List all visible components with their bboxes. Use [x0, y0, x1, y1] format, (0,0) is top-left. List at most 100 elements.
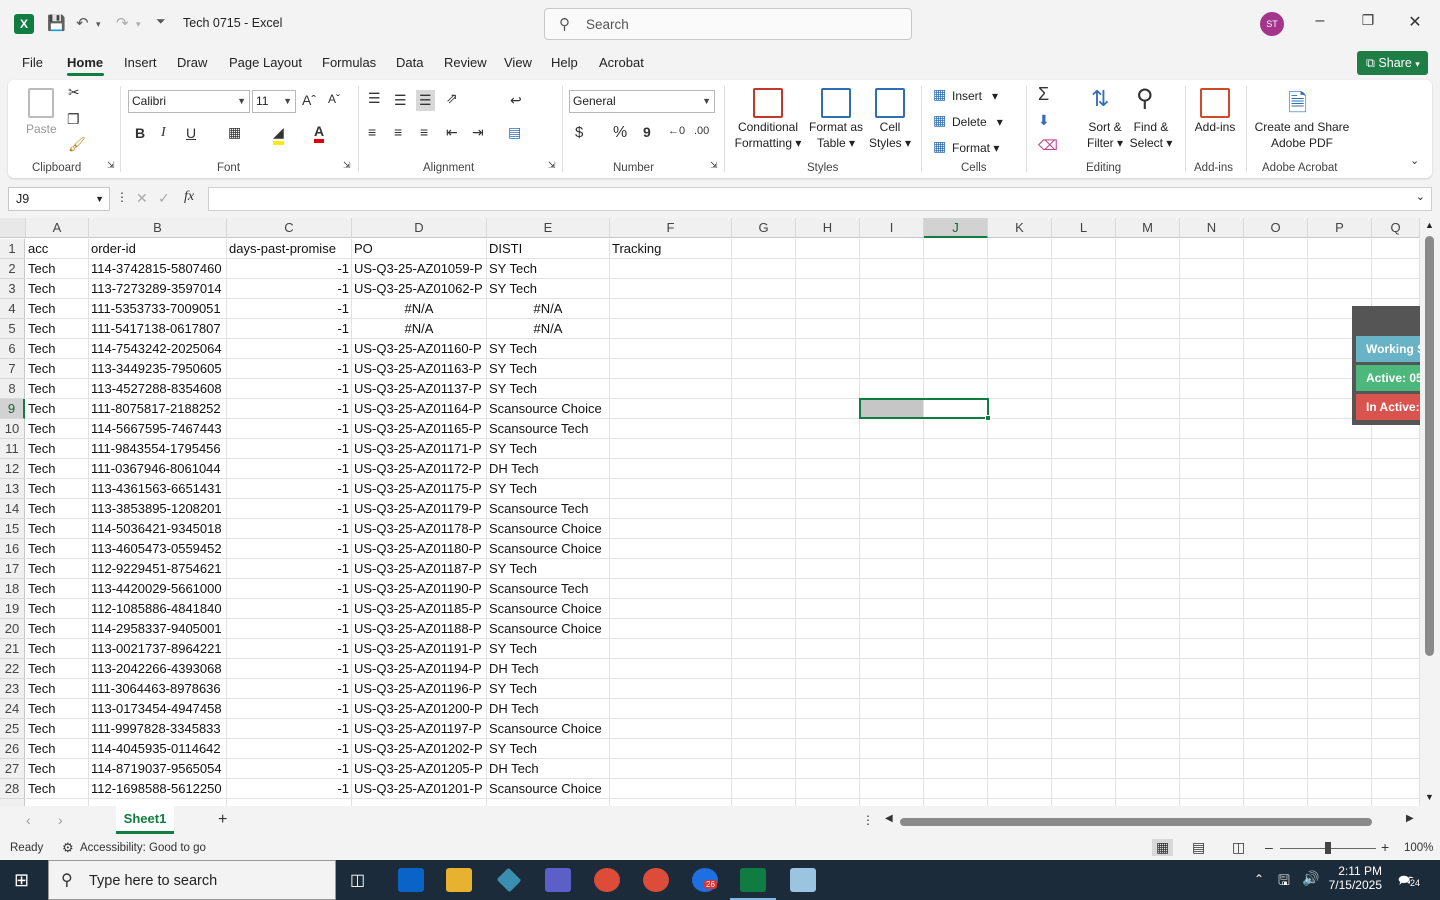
scroll-left-icon[interactable]: ◀ [885, 813, 893, 824]
cell-m13[interactable] [1116, 479, 1180, 499]
cell-f12[interactable] [610, 459, 732, 479]
taskbar-search[interactable]: ⚲ Type here to search [48, 860, 336, 900]
cell-d25[interactable]: US-Q3-25-AZ01197-P [352, 719, 487, 739]
redo-dropdown-icon[interactable]: ▾ [136, 19, 141, 30]
cell-f16[interactable] [610, 539, 732, 559]
cell-m14[interactable] [1116, 499, 1180, 519]
cell-l26[interactable] [1052, 739, 1116, 759]
column-header-d[interactable]: D [352, 218, 487, 238]
cell-l25[interactable] [1052, 719, 1116, 739]
cell-o11[interactable] [1244, 439, 1308, 459]
cell-p1[interactable] [1308, 239, 1372, 259]
cell-i27[interactable] [860, 759, 924, 779]
cell-h16[interactable] [796, 539, 860, 559]
cell-h27[interactable] [796, 759, 860, 779]
cell-i2[interactable] [860, 259, 924, 279]
cell-o1[interactable] [1244, 239, 1308, 259]
cell-k14[interactable] [988, 499, 1052, 519]
font-launcher-icon[interactable]: ⇲ [343, 160, 351, 171]
volume-icon[interactable]: 🔊 [1302, 870, 1319, 887]
cell-b7[interactable]: 113-3449235-7950605 [89, 359, 227, 379]
cell-c27[interactable]: -1 [227, 759, 352, 779]
tab-file[interactable]: File [22, 55, 43, 70]
cell-e22[interactable]: DH Tech [487, 659, 610, 679]
cell-e20[interactable]: Scansource Choice [487, 619, 610, 639]
cell-f5[interactable] [610, 319, 732, 339]
cell-g4[interactable] [732, 299, 796, 319]
borders-icon[interactable]: ▦ [228, 124, 241, 141]
cell-k6[interactable] [988, 339, 1052, 359]
row-header[interactable]: 6 [0, 339, 25, 359]
cell-a3[interactable]: Tech [26, 279, 89, 299]
cell-l8[interactable] [1052, 379, 1116, 399]
cell-e11[interactable]: SY Tech [487, 439, 610, 459]
cell-b28[interactable]: 112-1698588-5612250 [89, 779, 227, 799]
cell-p27[interactable] [1308, 759, 1372, 779]
cell-m9[interactable] [1116, 399, 1180, 419]
cell-q23[interactable] [1372, 679, 1420, 699]
row-header[interactable]: 11 [0, 439, 25, 459]
row-header[interactable]: 7 [0, 359, 25, 379]
cell-l24[interactable] [1052, 699, 1116, 719]
cell[interactable] [610, 799, 732, 806]
cell-a28[interactable]: Tech [26, 779, 89, 799]
row-header[interactable]: 17 [0, 559, 25, 579]
cell-k2[interactable] [988, 259, 1052, 279]
accessibility-status[interactable]: Accessibility: Good to go [80, 842, 206, 854]
cell-n1[interactable] [1180, 239, 1244, 259]
cell-o20[interactable] [1244, 619, 1308, 639]
cell-d11[interactable]: US-Q3-25-AZ01171-P [352, 439, 487, 459]
cell-a18[interactable]: Tech [26, 579, 89, 599]
show-hidden-icons-icon[interactable]: ⌃ [1254, 872, 1264, 886]
cell-l14[interactable] [1052, 499, 1116, 519]
cell[interactable] [89, 799, 227, 806]
cell-e4[interactable]: #N/A [487, 299, 610, 319]
cell-e14[interactable]: Scansource Tech [487, 499, 610, 519]
cell-k3[interactable] [988, 279, 1052, 299]
cell-o6[interactable] [1244, 339, 1308, 359]
cell-i23[interactable] [860, 679, 924, 699]
cell-k1[interactable] [988, 239, 1052, 259]
cell-e9[interactable]: Scansource Choice [487, 399, 610, 419]
zoom-out-icon[interactable]: – [1265, 839, 1273, 855]
cell-o17[interactable] [1244, 559, 1308, 579]
percent-button[interactable]: % [613, 124, 627, 142]
cell-p18[interactable] [1308, 579, 1372, 599]
spreadsheet-grid[interactable]: A B C D E F G H I J K L M N O P Q 1 acc order-id days-past-p… [0, 218, 1420, 806]
cell-l3[interactable] [1052, 279, 1116, 299]
cell-h8[interactable] [796, 379, 860, 399]
cell-j22[interactable] [924, 659, 988, 679]
cell-f11[interactable] [610, 439, 732, 459]
cell-e15[interactable]: Scansource Choice [487, 519, 610, 539]
cell[interactable] [227, 799, 352, 806]
chrome-profile-icon[interactable] [643, 868, 669, 892]
app-icon[interactable] [496, 867, 522, 893]
cell-a11[interactable]: Tech [26, 439, 89, 459]
cell-l11[interactable] [1052, 439, 1116, 459]
cell-a4[interactable]: Tech [26, 299, 89, 319]
cell-k7[interactable] [988, 359, 1052, 379]
cell-h19[interactable] [796, 599, 860, 619]
cell-j19[interactable] [924, 599, 988, 619]
close-icon[interactable]: ✕ [1400, 12, 1430, 32]
cell-f8[interactable] [610, 379, 732, 399]
cell-f28[interactable] [610, 779, 732, 799]
cell-f24[interactable] [610, 699, 732, 719]
cell-p22[interactable] [1308, 659, 1372, 679]
autosum-icon[interactable]: Σ [1038, 84, 1049, 105]
user-avatar[interactable]: ST [1260, 12, 1284, 36]
cell-l17[interactable] [1052, 559, 1116, 579]
cell-n19[interactable] [1180, 599, 1244, 619]
cell-a22[interactable]: Tech [26, 659, 89, 679]
column-header-i[interactable]: I [860, 218, 924, 238]
row-header[interactable]: 5 [0, 319, 25, 339]
row-header[interactable]: 8 [0, 379, 25, 399]
cell-o19[interactable] [1244, 599, 1308, 619]
cell-c16[interactable]: -1 [227, 539, 352, 559]
cell-q3[interactable] [1372, 279, 1420, 299]
cell-q2[interactable] [1372, 259, 1420, 279]
cell-l13[interactable] [1052, 479, 1116, 499]
cell-i20[interactable] [860, 619, 924, 639]
cell-b27[interactable]: 114-8719037-9565054 [89, 759, 227, 779]
outlook-icon[interactable] [398, 868, 424, 892]
